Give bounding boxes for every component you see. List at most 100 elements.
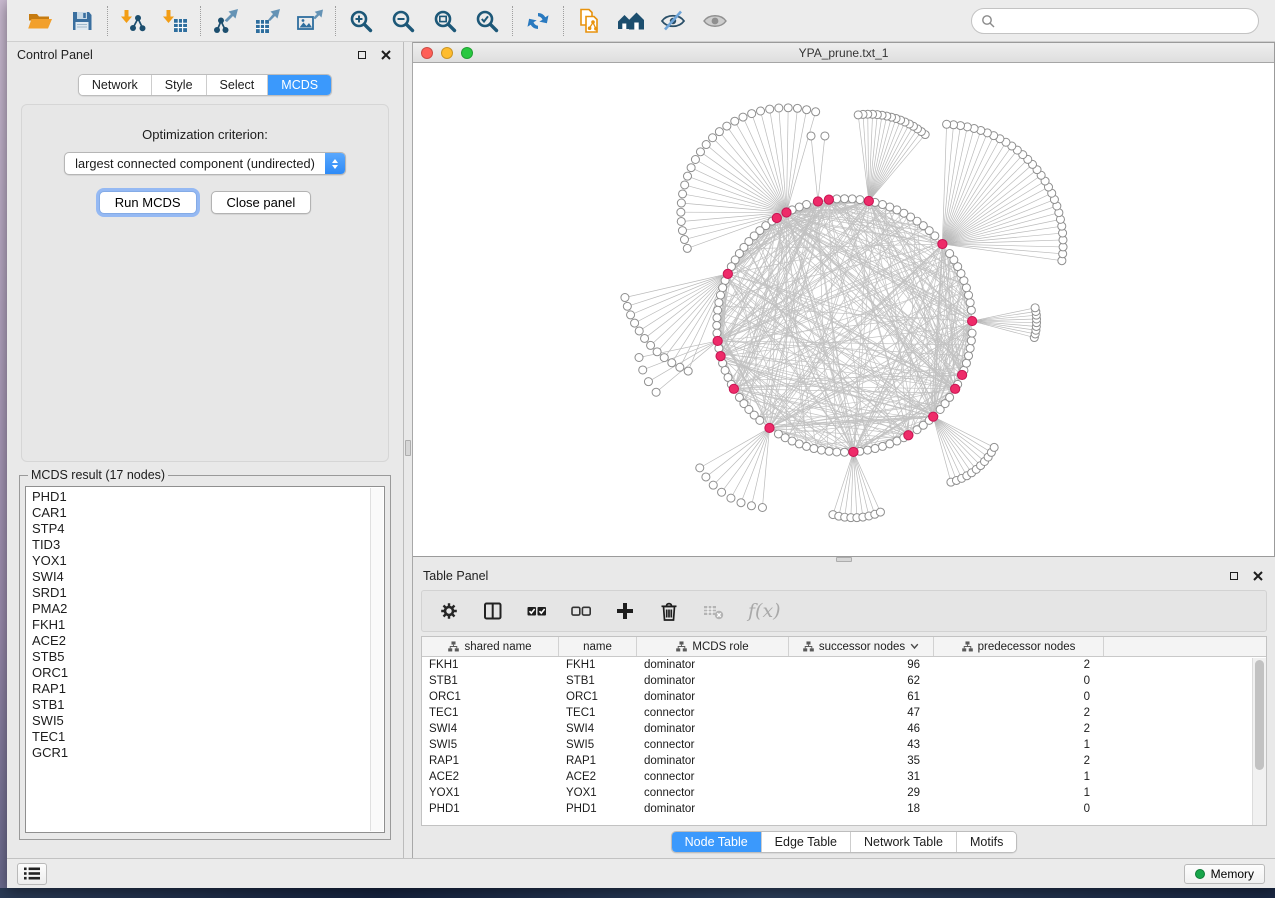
graph-node[interactable] [833,448,841,456]
graph-node[interactable] [856,196,864,204]
graph-mcds-node[interactable] [951,384,960,393]
table-row[interactable]: TEC1TEC1connector472 [422,705,1252,721]
graph-mcds-node[interactable] [713,336,722,345]
graph-node[interactable] [990,443,998,451]
graph-mcds-node[interactable] [723,269,732,278]
graph-node[interactable] [715,128,723,136]
graph-node[interactable] [812,108,820,116]
close-panel-button-mcds[interactable]: Close panel [211,191,312,214]
table-settings-button[interactable] [438,600,460,622]
graph-node[interactable] [713,314,721,322]
tab-network-table[interactable]: Network Table [851,832,957,852]
search-box[interactable] [971,8,1259,34]
graph-node[interactable] [802,442,810,450]
show-columns-button[interactable] [482,600,504,622]
graph-node[interactable] [652,388,660,396]
graph-mcds-node[interactable] [938,239,947,248]
graph-node[interactable] [627,311,635,319]
graph-node[interactable] [946,393,954,401]
graph-node[interactable] [854,111,862,119]
graph-mcds-node[interactable] [904,431,913,440]
network-canvas[interactable] [413,63,1274,556]
horizontal-splitter[interactable] [413,557,1275,563]
graph-node[interactable] [803,106,811,114]
graph-node[interactable] [641,334,649,342]
graph-node[interactable] [864,446,872,454]
graph-mcds-node[interactable] [765,423,774,432]
tab-network[interactable]: Network [79,75,152,95]
graph-node[interactable] [737,499,745,507]
graph-mcds-node[interactable] [864,196,873,205]
graph-node[interactable] [683,172,691,180]
table-row[interactable]: SWI4SWI4dominator462 [422,721,1252,737]
graph-node[interactable] [660,354,668,362]
graph-node[interactable] [718,488,726,496]
mcds-result-item[interactable]: PHD1 [32,489,384,505]
graph-node[interactable] [631,319,639,327]
graph-node[interactable] [676,363,684,371]
graph-node[interactable] [723,122,731,130]
graph-node[interactable] [731,117,739,125]
graph-mcds-node[interactable] [772,213,781,222]
close-table-panel-button[interactable] [1251,569,1265,583]
graph-node[interactable] [691,156,699,164]
float-panel-button[interactable] [355,48,369,62]
mcds-result-item[interactable]: RAP1 [32,681,384,697]
graph-node[interactable] [709,134,717,142]
graph-node[interactable] [623,302,631,310]
graph-node[interactable] [756,107,764,115]
graph-node[interactable] [739,113,747,121]
network-titlebar[interactable]: YPA_prune.txt_1 [413,43,1274,63]
graph-mcds-node[interactable] [824,195,833,204]
graph-node[interactable] [715,299,723,307]
graph-node[interactable] [879,201,887,209]
graph-mcds-node[interactable] [968,316,977,325]
graph-node[interactable] [966,344,974,352]
mcds-result-item[interactable]: TEC1 [32,729,384,745]
graph-node[interactable] [727,494,735,502]
zoom-in-button[interactable] [345,5,377,37]
mcds-result-item[interactable]: ACE2 [32,633,384,649]
graph-node[interactable] [967,306,975,314]
mcds-result-item[interactable]: TID3 [32,537,384,553]
graph-mcds-node[interactable] [849,447,858,456]
show-all-button[interactable] [699,5,731,37]
mcds-result-item[interactable]: PMA2 [32,601,384,617]
close-panel-button[interactable] [379,48,393,62]
export-table-button[interactable] [252,5,284,37]
graph-node[interactable] [876,508,884,516]
graph-node[interactable] [716,291,724,299]
add-row-button[interactable] [614,600,636,622]
graph-node[interactable] [709,481,717,489]
graph-node[interactable] [714,306,722,314]
splitter-handle[interactable] [836,557,852,562]
graph-node[interactable] [647,341,655,349]
graph-node[interactable] [840,448,848,456]
graph-node[interactable] [719,284,727,292]
graph-mcds-node[interactable] [782,208,791,217]
zoom-fit-button[interactable] [429,5,461,37]
tab-mcds[interactable]: MCDS [268,75,331,95]
table-row[interactable]: ACE2ACE2connector311 [422,769,1252,785]
graph-node[interactable] [871,445,879,453]
tab-select[interactable]: Select [207,75,269,95]
graph-node[interactable] [653,348,661,356]
float-table-panel-button[interactable] [1227,569,1241,583]
vertical-splitter[interactable] [403,42,413,858]
unselect-all-button[interactable] [570,600,592,622]
graph-node[interactable] [1031,304,1039,312]
graph-node[interactable] [968,329,976,337]
memory-button[interactable]: Memory [1184,864,1265,884]
table-row[interactable]: ORC1ORC1dominator610 [422,689,1252,705]
mcds-result-item[interactable]: YOX1 [32,553,384,569]
export-image-button[interactable] [294,5,326,37]
graph-node[interactable] [635,354,643,362]
graph-node[interactable] [810,445,818,453]
graph-node[interactable] [965,352,973,360]
graph-mcds-node[interactable] [957,370,966,379]
graph-node[interactable] [621,294,629,302]
graph-node[interactable] [821,132,829,140]
first-neighbors-button[interactable] [615,5,647,37]
graph-node[interactable] [680,236,688,244]
table-row[interactable]: PHD1PHD1dominator180 [422,801,1252,817]
